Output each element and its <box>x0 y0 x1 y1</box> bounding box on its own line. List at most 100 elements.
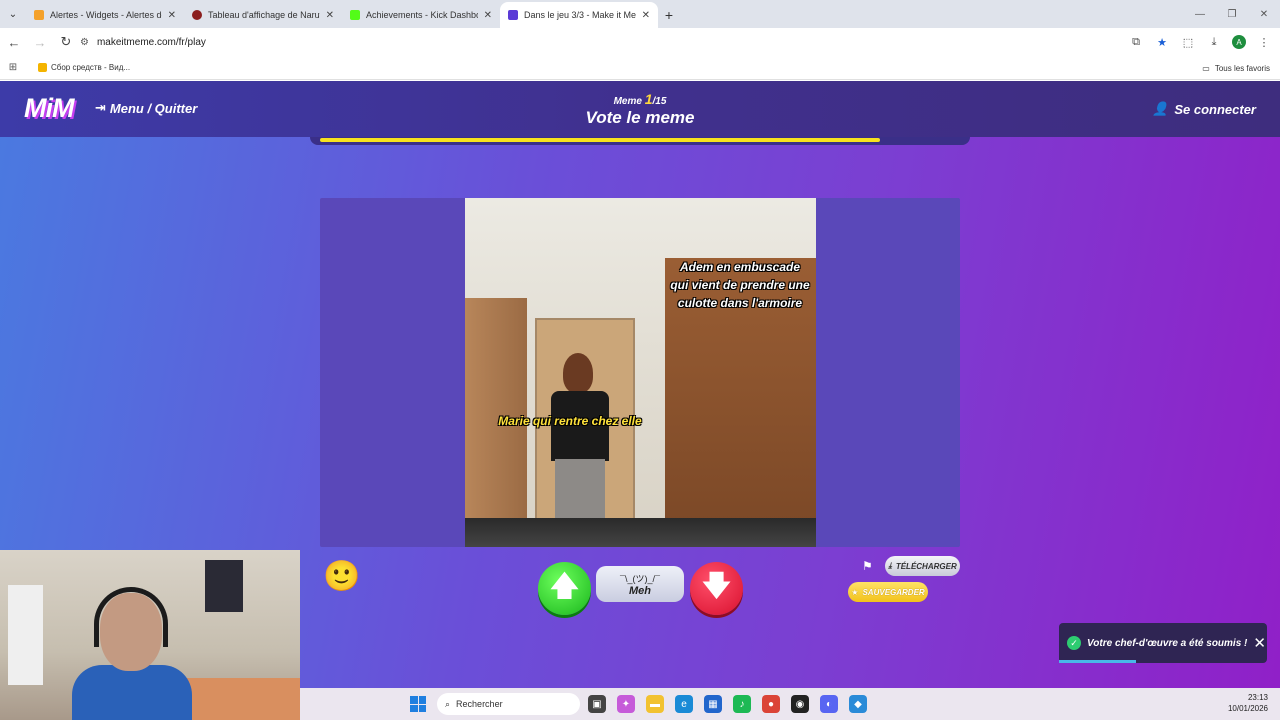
taskbar-apps: ▣ ✦ ▬ e ▦ ♪ ● ◉ ◐ ◆ <box>588 695 867 713</box>
window-controls: — ❐ ✕ <box>1184 0 1280 28</box>
vote-meh-button[interactable]: ¯\_(ツ)_/¯ Meh <box>596 566 684 602</box>
meme-counter: Meme 1/15 <box>540 91 740 107</box>
tab-alertes[interactable]: Alertes - Widgets - Alertes de d ✕ <box>26 2 184 28</box>
obs-icon[interactable]: ◉ <box>791 695 809 713</box>
toast-progress <box>1059 660 1136 663</box>
login-label: Se connecter <box>1174 101 1256 117</box>
toast-close-button[interactable]: ✕ <box>1253 634 1266 652</box>
file-explorer-icon[interactable]: ▬ <box>646 695 664 713</box>
close-window-icon[interactable]: ✕ <box>1248 0 1280 28</box>
site-logo[interactable]: MiM <box>24 93 74 124</box>
new-tab-button[interactable]: + <box>658 2 680 28</box>
browser-toolbar: ← → ↻ ⚙ makeitmeme.com/fr/play ⧉ ★ ⬚ ⤓ A… <box>0 28 1280 56</box>
back-icon[interactable]: ← <box>2 30 26 54</box>
poster-shape <box>205 560 243 612</box>
streamer-figure <box>72 585 192 720</box>
check-icon: ✓ <box>1067 636 1081 650</box>
taskbar-search-placeholder: Rechercher <box>456 699 503 709</box>
download-button[interactable]: ⤓ TÉLÉCHARGER <box>885 556 960 576</box>
folder-icon: ▭ <box>1202 63 1210 73</box>
login-button[interactable]: 👤 Se connecter <box>1152 101 1256 117</box>
site-info-icon[interactable]: ⚙ <box>80 37 89 48</box>
save-label: SAUVEGARDER <box>862 587 925 597</box>
meme-image: Adem en embuscade qui vient de prendre u… <box>465 198 816 547</box>
extensions-icon[interactable]: ⬚ <box>1180 36 1196 49</box>
site-header: MiM ⇥ Menu / Quitter Meme 1/15 Vote le m… <box>0 81 1280 137</box>
downloads-icon[interactable]: ⤓ <box>1206 36 1222 49</box>
shrug-icon: ¯\_(ツ)_/¯ <box>620 573 660 584</box>
minimize-icon[interactable]: — <box>1184 0 1216 28</box>
app-icon[interactable]: ◆ <box>849 695 867 713</box>
tab-label: Tableau d'affichage de Naruto <box>208 10 320 20</box>
fridge-shape <box>8 585 43 685</box>
store-icon[interactable]: ▦ <box>704 695 722 713</box>
page-title: Vote le meme <box>585 108 695 127</box>
chrome-icon[interactable]: ● <box>762 695 780 713</box>
windows-start-icon[interactable] <box>410 696 426 712</box>
edge-icon[interactable]: e <box>675 695 693 713</box>
restore-icon[interactable]: ❐ <box>1216 0 1248 28</box>
profile-avatar[interactable]: A <box>1232 35 1246 49</box>
meme-caption-top: Adem en embuscade qui vient de prendre u… <box>670 260 810 310</box>
tab-make-it-meme[interactable]: Dans le jeu 3/3 - Make it Meme ✕ <box>500 2 658 28</box>
taskbar-clock[interactable]: 23:13 10/01/2026 <box>1228 693 1268 715</box>
meme-caption-mid: Marie qui rentre chez elle <box>498 414 642 428</box>
meme-word: Meme <box>613 96 642 107</box>
desk-shape <box>465 518 816 547</box>
copilot-icon[interactable]: ✦ <box>617 695 635 713</box>
toolbar-actions: ⧉ ★ ⬚ ⤓ A ⋮ <box>1128 32 1272 52</box>
webcam-overlay <box>0 550 300 720</box>
all-bookmarks-label: Tous les favoris <box>1214 63 1270 73</box>
tab-favicon-icon <box>192 10 202 20</box>
download-icon: ⤓ <box>888 561 892 570</box>
report-flag-icon[interactable]: ⚑ <box>862 559 873 573</box>
taskbar-search[interactable]: ⌕ Rechercher <box>437 693 580 715</box>
arrow-up-icon: 🡅 <box>550 569 579 601</box>
tab-close-icon[interactable]: ✕ <box>642 10 650 21</box>
url-text: makeitmeme.com/fr/play <box>96 36 206 48</box>
round-info: Meme 1/15 Vote le meme <box>540 91 740 128</box>
menu-quit-label: Menu / Quitter <box>109 100 198 116</box>
tab-label: Achievements - Kick Dashboard <box>366 10 478 20</box>
toast-message: Votre chef-d'œuvre a été soumis ! <box>1087 637 1248 649</box>
meme-current: 1 <box>644 91 653 107</box>
address-bar[interactable]: ⚙ makeitmeme.com/fr/play <box>80 32 1170 52</box>
tab-kick[interactable]: Achievements - Kick Dashboard ✕ <box>342 2 500 28</box>
vote-up-button[interactable]: 🡅 <box>538 562 591 615</box>
tab-favicon-icon <box>34 10 44 20</box>
bookmark-star-icon[interactable]: ★ <box>1154 36 1170 49</box>
task-view-icon[interactable]: ▣ <box>588 695 606 713</box>
emoji-reaction-button[interactable]: 🙂 <box>323 558 360 594</box>
user-icon: 👤 <box>1152 101 1169 116</box>
exit-icon: ⇥ <box>95 100 106 115</box>
arrow-down-icon: 🡇 <box>702 569 731 601</box>
success-toast: ✓ Votre chef-d'œuvre a été soumis ! ✕ <box>1059 623 1267 663</box>
bookmark-label: Сбор средств - Вид... <box>51 63 131 72</box>
tab-label: Alertes - Widgets - Alertes de d <box>50 10 162 20</box>
tab-favicon-icon <box>508 10 518 20</box>
discord-icon[interactable]: ◐ <box>820 695 838 713</box>
vote-down-button[interactable]: 🡇 <box>690 562 743 615</box>
forward-icon[interactable]: → <box>28 30 52 54</box>
browser-menu-icon[interactable]: ⋮ <box>1256 36 1272 49</box>
meme-card: Adem en embuscade qui vient de prendre u… <box>320 198 960 547</box>
save-button[interactable]: ★ SAUVEGARDER <box>848 582 928 602</box>
bookmarks-bar: ⊞ Сбор средств - Вид... ▭ Tous les favor… <box>0 56 1280 80</box>
tab-close-icon[interactable]: ✕ <box>326 10 334 21</box>
reload-icon[interactable]: ↻ <box>54 30 78 54</box>
headphones-icon <box>94 587 168 647</box>
spotify-icon[interactable]: ♪ <box>733 695 751 713</box>
search-icon: ⌕ <box>445 698 451 709</box>
menu-quit-link[interactable]: ⇥ Menu / Quitter <box>95 100 197 116</box>
apps-grid-icon[interactable]: ⊞ <box>0 62 26 73</box>
all-bookmarks[interactable]: ▭ Tous les favoris <box>1202 56 1270 80</box>
tab-close-icon[interactable]: ✕ <box>168 10 176 21</box>
tab-close-icon[interactable]: ✕ <box>484 10 492 21</box>
bookmark-favicon-icon <box>38 63 47 72</box>
bookmark-item[interactable]: Сбор средств - Вид... <box>38 63 130 72</box>
tab-search-chevron-icon[interactable]: ⌄ <box>0 0 26 28</box>
person-head <box>563 353 593 393</box>
tab-naruto[interactable]: Tableau d'affichage de Naruto ✕ <box>184 2 342 28</box>
browser-tab-bar: ⌄ Alertes - Widgets - Alertes de d ✕ Tab… <box>0 0 1280 28</box>
install-app-icon[interactable]: ⧉ <box>1128 36 1144 49</box>
